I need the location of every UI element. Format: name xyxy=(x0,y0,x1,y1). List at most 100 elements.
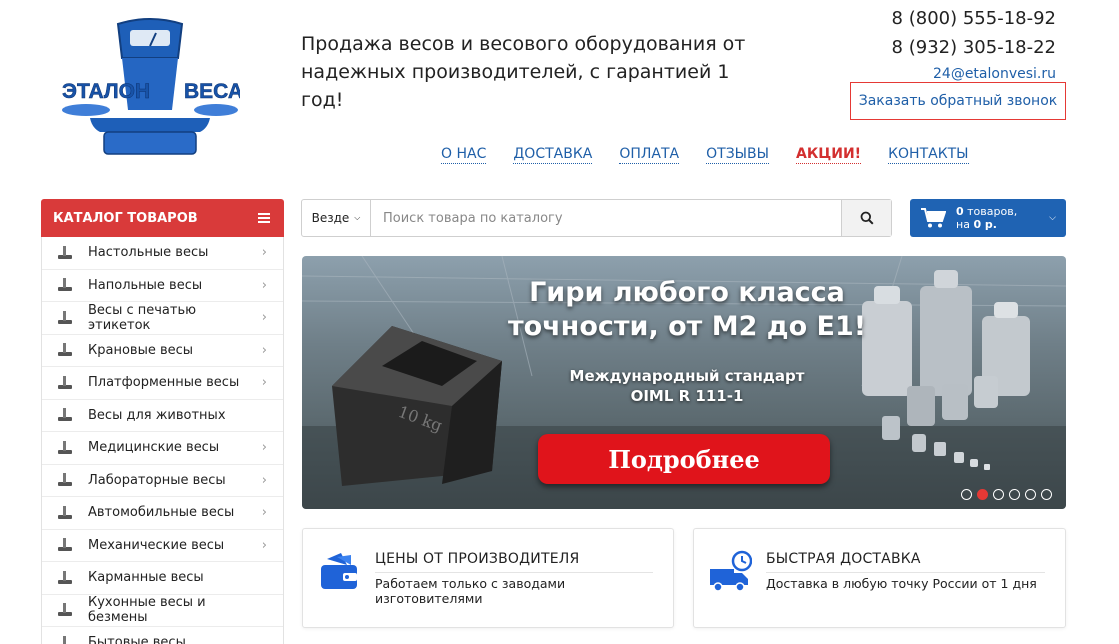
catalog-item-label: Автомобильные весы xyxy=(88,505,235,521)
nav-contacts[interactable]: КОНТАКТЫ xyxy=(888,145,969,164)
iron-weight-image: 10 kg xyxy=(332,326,502,486)
search-button[interactable] xyxy=(841,200,891,236)
slider-dot[interactable] xyxy=(1009,489,1020,500)
chevron-right-icon: › xyxy=(261,245,267,261)
banner-subtitle-line2: OIML R 111-1 xyxy=(630,387,744,405)
chevron-right-icon: › xyxy=(261,505,267,521)
slider-dot[interactable] xyxy=(1041,489,1052,500)
catalog-item[interactable]: Лабораторные весы › xyxy=(42,465,283,497)
chevron-right-icon: › xyxy=(261,277,267,293)
menu-icon xyxy=(258,213,270,223)
catalog-list: Настольные весы › Напольные весы › Весы с пе… xyxy=(41,237,284,644)
feature-title: ЦЕНЫ ОТ ПРОИЗВОДИТЕЛЯ xyxy=(375,551,580,567)
catalog-header[interactable]: КАТАЛОГ ТОВАРОВ xyxy=(41,199,284,237)
promo-banner[interactable]: 10 kg Гири любого класса точности, от М2… xyxy=(302,256,1066,509)
site-logo[interactable]: ЭТАЛОН ВЕСА xyxy=(60,18,243,160)
catalog-item-label: Крановые весы xyxy=(88,342,194,358)
banner-title: Гири любого класса точности, от М2 до Е1… xyxy=(507,277,867,342)
wallet-icon xyxy=(321,553,357,589)
feature-title: БЫСТРАЯ ДОСТАВКА xyxy=(766,551,921,567)
catalog-item[interactable]: Настольные весы › xyxy=(42,237,283,270)
banner-more-button[interactable]: Подробнее xyxy=(538,434,830,484)
catalog-item-label: Кухонные весы и безмены xyxy=(88,595,206,626)
cart-summary: 0 товаров, на 0 р. xyxy=(956,205,1049,231)
banner-subtitle-line1: Международный стандарт xyxy=(569,367,805,385)
catalog-item-label: Карманные весы xyxy=(88,570,204,586)
nav-about[interactable]: О НАС xyxy=(441,145,487,164)
chevron-right-icon: › xyxy=(261,537,267,553)
catalog-item-label: Напольные весы xyxy=(88,277,203,293)
catalog-item[interactable]: Автомобильные весы › xyxy=(42,497,283,530)
cart-sum-prefix: на xyxy=(956,218,974,231)
catalog-item[interactable]: Платформенные весы › xyxy=(42,367,283,400)
medical-scale-icon xyxy=(54,437,76,459)
catalog-item[interactable]: Весы с печатью этикеток › xyxy=(42,302,283,335)
catalog-item-label: Лабораторные весы xyxy=(88,472,226,488)
truck-scale-icon xyxy=(54,502,76,524)
cart-count: 0 xyxy=(956,205,964,218)
search-input[interactable] xyxy=(371,200,841,236)
floor-scale-icon xyxy=(54,274,76,296)
tabletop-scale-icon xyxy=(54,242,76,264)
phone-secondary[interactable]: 8 (932) 305-18-22 xyxy=(892,33,1056,62)
cart-sum: 0 р. xyxy=(973,218,997,231)
callback-button[interactable]: Заказать обратный звонок xyxy=(850,82,1066,120)
catalog-item[interactable]: Напольные весы › xyxy=(42,270,283,302)
feature-text: Доставка в любую точку России от 1 дня xyxy=(766,576,1037,591)
catalog-item[interactable]: Весы для животных xyxy=(42,400,283,432)
scale-logo-icon: ЭТАЛОН ВЕСА xyxy=(62,18,243,155)
nav-payment[interactable]: ОПЛАТА xyxy=(619,145,680,164)
site-tagline: Продажа весов и весового оборудования от… xyxy=(301,33,746,111)
nav-reviews[interactable]: ОТЗЫВЫ xyxy=(706,145,769,164)
catalog-item-label: Платформенные весы xyxy=(88,375,240,391)
cart-count-suffix: товаров, xyxy=(963,205,1018,218)
lab-scale-icon xyxy=(54,469,76,491)
contact-block: 8 (800) 555-18-92 8 (932) 305-18-22 24@e… xyxy=(892,4,1056,84)
svg-text:ЭТАЛОН: ЭТАЛОН xyxy=(62,80,150,103)
chevron-right-icon: › xyxy=(261,310,267,326)
mechanical-scale-icon xyxy=(54,534,76,556)
catalog-item[interactable]: Бытовые весы xyxy=(42,627,283,644)
feature-card-prices: ЦЕНЫ ОТ ПРОИЗВОДИТЕЛЯ Работаем только с … xyxy=(302,528,674,628)
catalog-item[interactable]: Карманные весы xyxy=(42,562,283,595)
chevron-right-icon: › xyxy=(261,440,267,456)
email-link[interactable]: 24@etalonvesi.ru xyxy=(892,64,1056,84)
catalog-item-label: Весы с печатью этикеток xyxy=(88,302,197,333)
cart-button[interactable]: 0 товаров, на 0 р. ⌵ xyxy=(910,199,1066,237)
catalog-item-label: Бытовые весы xyxy=(88,635,186,644)
label-printer-scale-icon xyxy=(54,307,76,329)
platform-scale-icon xyxy=(54,372,76,394)
slider-dot-active[interactable] xyxy=(977,489,988,500)
phone-primary[interactable]: 8 (800) 555-18-92 xyxy=(892,4,1056,33)
chevron-right-icon: › xyxy=(261,342,267,358)
catalog-item[interactable]: Кухонные весы и безмены xyxy=(42,595,283,627)
svg-text:ВЕСА: ВЕСА xyxy=(184,80,240,103)
slider-dot[interactable] xyxy=(993,489,1004,500)
slider-dot[interactable] xyxy=(961,489,972,500)
banner-subtitle: Международный стандарт OIML R 111-1 xyxy=(532,366,842,406)
crane-scale-icon xyxy=(54,339,76,361)
catalog-item-label: Механические весы xyxy=(88,537,225,553)
catalog-title: КАТАЛОГ ТОВАРОВ xyxy=(53,210,198,226)
chevron-right-icon: › xyxy=(261,472,267,488)
catalog-item-label: Медицинские весы xyxy=(88,440,220,456)
cart-icon xyxy=(921,208,946,228)
catalog-item[interactable]: Медицинские весы › xyxy=(42,432,283,465)
search-scope-select[interactable]: Везде ⌵ xyxy=(302,200,371,236)
chevron-down-icon: ⌵ xyxy=(354,213,361,222)
search-icon xyxy=(860,211,874,225)
household-scale-icon xyxy=(54,632,76,644)
slider-dots xyxy=(961,489,1052,500)
search-bar: Везде ⌵ xyxy=(301,199,892,237)
top-navigation: О НАС ДОСТАВКА ОПЛАТА ОТЗЫВЫ АКЦИИ! КОНТ… xyxy=(441,145,996,164)
nav-promotions[interactable]: АКЦИИ! xyxy=(795,145,862,164)
catalog-item[interactable]: Крановые весы › xyxy=(42,335,283,367)
catalog-item-label: Настольные весы xyxy=(88,245,209,261)
nav-delivery[interactable]: ДОСТАВКА xyxy=(513,145,593,164)
animal-scale-icon xyxy=(54,404,76,426)
kitchen-scale-icon xyxy=(54,599,76,621)
catalog-item[interactable]: Механические весы › xyxy=(42,530,283,562)
pocket-scale-icon xyxy=(54,567,76,589)
catalog-item-label: Весы для животных xyxy=(88,407,226,423)
slider-dot[interactable] xyxy=(1025,489,1036,500)
